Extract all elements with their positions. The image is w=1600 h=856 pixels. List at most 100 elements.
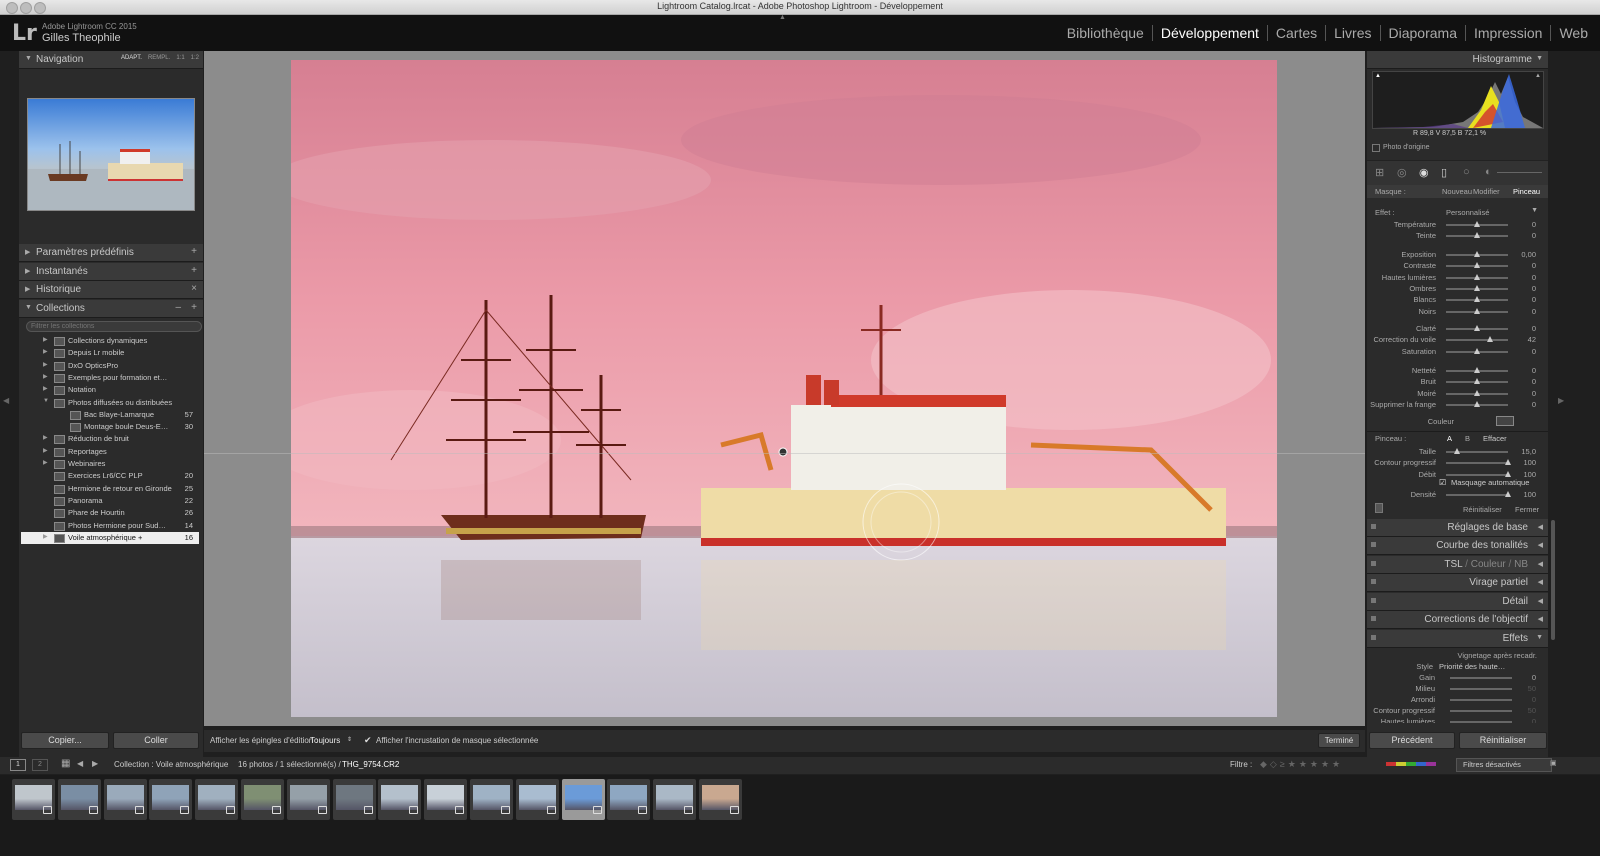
collection-item[interactable]: Photos Hermione pour Sud… 14 — [21, 520, 199, 532]
module-4[interactable]: Diaporama — [1379, 25, 1465, 41]
zoom-option-3[interactable]: 1:2 — [191, 55, 199, 61]
collections-search-input[interactable] — [26, 321, 202, 332]
disclosure-triangle-icon[interactable]: ▶ — [43, 447, 48, 454]
photo-view[interactable] — [291, 60, 1277, 717]
section-label[interactable]: NB — [1514, 559, 1528, 570]
filmstrip-thumbnail[interactable] — [470, 779, 513, 820]
disclosure-triangle-icon[interactable]: ▼ — [43, 398, 49, 404]
filmstrip-thumbnail[interactable] — [378, 779, 422, 820]
filmstrip-source[interactable]: Collection : Voile atmosphérique — [114, 760, 228, 769]
collection-item[interactable]: ▶ Notation — [21, 384, 199, 396]
disclosure-triangle-icon[interactable]: ▶ — [43, 336, 48, 343]
presets-header[interactable]: ▶ Paramètres prédéfinis + — [19, 244, 203, 262]
disclosure-triangle-icon[interactable]: ▶ — [43, 459, 48, 466]
color-label-filter[interactable] — [1386, 762, 1436, 766]
filmstrip-thumbnail[interactable] — [653, 779, 697, 820]
collapse-top-panel-icon[interactable]: ▲ — [779, 14, 786, 21]
module-5[interactable]: Impression — [1464, 25, 1550, 41]
collection-item[interactable]: Panorama 22 — [21, 495, 199, 507]
page-1-button[interactable]: 1 — [10, 759, 26, 771]
slider-track[interactable] — [1450, 688, 1512, 690]
expand-icon[interactable]: ◀ — [1538, 541, 1543, 549]
collection-item[interactable]: ▶ Exemples pour formation et… — [21, 372, 199, 384]
pins-select[interactable]: Toujours — [310, 736, 340, 745]
section-toggle-icon[interactable] — [1371, 542, 1376, 547]
filmstrip-thumbnail[interactable] — [332, 779, 376, 820]
disclosure-triangle-icon[interactable]: ▶ — [43, 385, 48, 392]
section-label[interactable]: Courbe des tonalités — [1436, 540, 1528, 551]
right-panel-scrollbar[interactable] — [1551, 520, 1555, 640]
panel-section[interactable]: TSL / Couleur / NB ◀ — [1367, 556, 1548, 574]
collection-item[interactable]: ▼ Photos diffusées ou distribuées — [21, 397, 199, 409]
expand-icon[interactable]: ◀ — [1538, 615, 1543, 623]
collection-item[interactable]: ▶ Webinaires — [21, 458, 199, 470]
collection-item[interactable]: ▶ Réduction de bruit — [21, 433, 199, 445]
snapshots-header[interactable]: ▶ Instantanés + — [19, 263, 203, 281]
slider-value[interactable]: 0 — [1532, 695, 1536, 704]
section-toggle-icon[interactable] — [1371, 635, 1376, 640]
section-toggle-icon[interactable] — [1371, 579, 1376, 584]
slider-value[interactable]: 50 — [1528, 684, 1536, 693]
collection-item[interactable]: ▶ Reportages — [21, 446, 199, 458]
slider-value[interactable]: 0 — [1532, 673, 1536, 682]
collection-item[interactable]: Hermione de retour en Gironde 25 — [21, 483, 199, 495]
overlay-checkbox[interactable]: ✔ — [364, 735, 372, 746]
collection-item[interactable]: ▶ Voile atmosphérique + 16 — [21, 531, 199, 544]
filmstrip-thumbnail[interactable] — [699, 779, 742, 820]
disclosure-triangle-icon[interactable]: ▶ — [43, 361, 48, 368]
slider-track[interactable] — [1450, 677, 1512, 679]
filmstrip-thumbnail[interactable] — [195, 779, 239, 820]
section-toggle-icon[interactable] — [1371, 524, 1376, 529]
filmstrip-thumbnail[interactable] — [103, 779, 147, 820]
paste-settings-button[interactable]: Coller — [113, 732, 199, 749]
filmstrip-thumbnail[interactable] — [515, 779, 559, 820]
zoom-option-1[interactable]: REMPL. — [148, 55, 170, 61]
previous-button[interactable]: Précédent — [1369, 732, 1455, 749]
disclosure-triangle-icon[interactable]: ▶ — [43, 533, 48, 540]
disclosure-triangle-icon[interactable]: ▶ — [43, 373, 48, 380]
disclosure-triangle-icon[interactable]: ▶ — [43, 434, 48, 441]
section-label[interactable]: Virage partiel — [1469, 577, 1528, 588]
navigator-header[interactable]: ▼ Navigation ADAPT. REMPL. 1:1 1:2 — [19, 51, 203, 69]
filmstrip-thumbnail[interactable] — [424, 779, 468, 820]
clear-history-button[interactable]: × — [191, 283, 197, 294]
zoom-options[interactable]: ADAPT. REMPL. 1:1 1:2 — [115, 55, 199, 61]
panel-section[interactable]: Courbe des tonalités ◀ — [1367, 537, 1548, 555]
zoom-option-0[interactable]: ADAPT. — [121, 55, 142, 61]
add-preset-button[interactable]: + — [191, 246, 197, 257]
reset-all-button[interactable]: Réinitialiser — [1459, 732, 1547, 749]
panel-section[interactable]: Virage partiel ◀ — [1367, 574, 1548, 592]
filmstrip-thumbnail[interactable] — [607, 779, 651, 820]
back-arrow-icon[interactable]: ◀ — [77, 759, 83, 768]
filmstrip-thumbnail[interactable] — [286, 779, 330, 820]
module-0[interactable]: Bibliothèque — [1059, 25, 1152, 41]
section-label[interactable]: Réglages de base — [1447, 522, 1528, 533]
copy-settings-button[interactable]: Copier... — [21, 732, 109, 749]
add-snapshot-button[interactable]: + — [191, 265, 197, 276]
panel-section[interactable]: Détail ◀ — [1367, 593, 1548, 611]
collection-item[interactable]: Phare de Hourtin 26 — [21, 507, 199, 519]
filmstrip-thumbnail[interactable] — [57, 779, 101, 820]
slider-track[interactable] — [1450, 699, 1512, 701]
expand-icon[interactable]: ◀ — [1538, 560, 1543, 568]
collection-item[interactable]: ▶ Collections dynamiques — [21, 335, 199, 347]
disclosure-triangle-icon[interactable]: ▶ — [43, 348, 48, 355]
section-label[interactable]: Corrections de l'objectif — [1424, 614, 1528, 625]
filmstrip-thumbnail[interactable] — [241, 779, 284, 820]
collection-item[interactable]: Montage boule Deus-E… 30 — [21, 421, 199, 433]
section-toggle-icon[interactable] — [1371, 561, 1376, 566]
collapse-icon[interactable]: ▼ — [1536, 634, 1543, 641]
expand-icon[interactable]: ◀ — [1538, 597, 1543, 605]
module-3[interactable]: Livres — [1325, 25, 1379, 41]
module-1[interactable]: Développement — [1151, 25, 1267, 41]
section-label[interactable]: Couleur — [1471, 559, 1506, 570]
expand-icon[interactable]: ◀ — [1538, 523, 1543, 531]
filmstrip-thumbnail[interactable] — [12, 779, 55, 820]
section-toggle-icon[interactable] — [1371, 616, 1376, 621]
slider-value[interactable]: 50 — [1528, 706, 1536, 715]
history-header[interactable]: ▶ Historique × — [19, 281, 203, 299]
section-label[interactable]: Détail — [1502, 596, 1528, 607]
module-2[interactable]: Cartes — [1266, 25, 1325, 41]
module-6[interactable]: Web — [1550, 25, 1596, 41]
collection-item[interactable]: Bac Blaye-Lamarque 57 — [21, 409, 199, 421]
